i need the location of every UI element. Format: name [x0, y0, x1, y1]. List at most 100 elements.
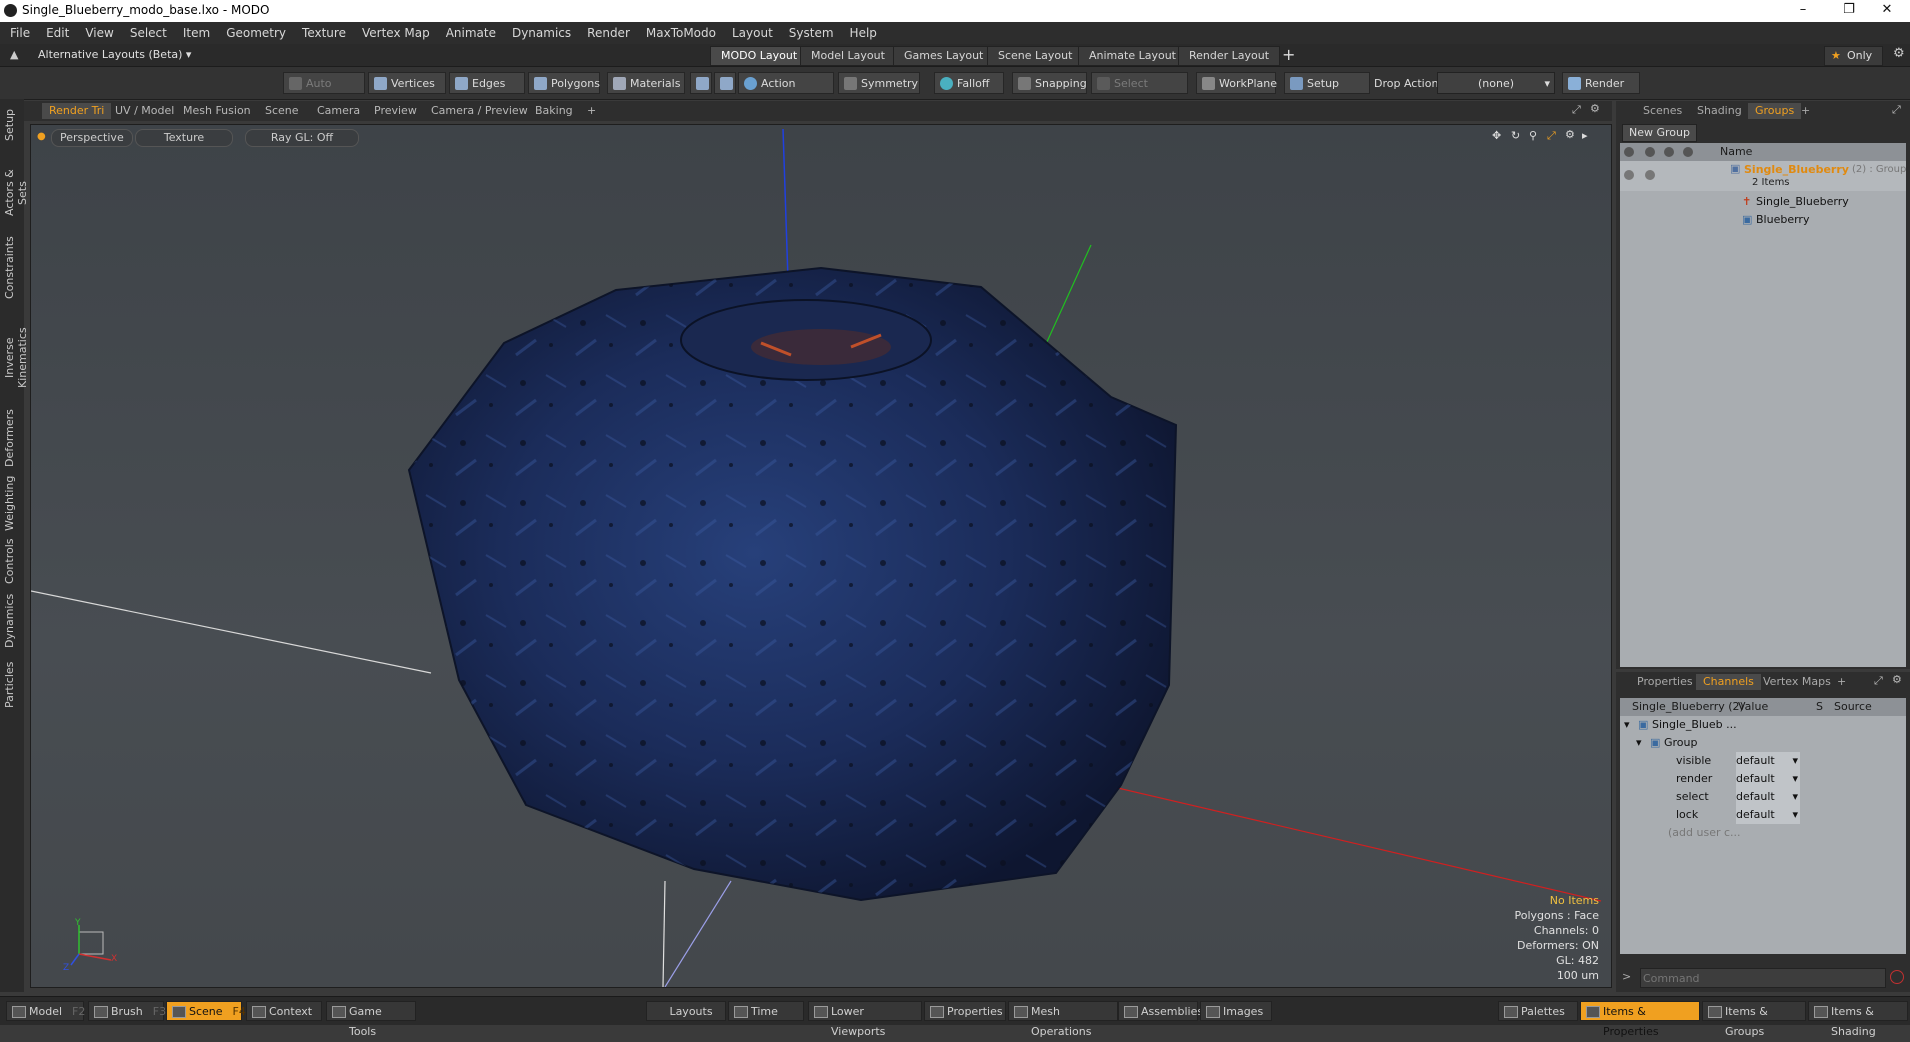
tab-render-layout[interactable]: Render Layout: [1178, 46, 1281, 66]
edges-button[interactable]: Edges: [449, 72, 525, 94]
new-group-button[interactable]: New Group: [1622, 124, 1697, 142]
tab-scene-layout[interactable]: Scene Layout: [987, 46, 1084, 66]
group-row[interactable]: ▣ Single_Blueberry (2) : Group 2 Items: [1620, 161, 1906, 191]
viewport-settings-gear-icon[interactable]: ⚙: [1590, 102, 1600, 115]
channel-value-dropdown[interactable]: default ▾: [1736, 752, 1800, 770]
channel-row[interactable]: lock default ▾: [1620, 806, 1906, 824]
select-tool-button[interactable]: [690, 72, 712, 94]
expand-arrow-icon[interactable]: ▾: [1624, 716, 1630, 734]
3d-viewport[interactable]: Y X Z ● Perspective Texture Ray GL: Off …: [30, 124, 1612, 988]
items-groups-button[interactable]: Items & Groups: [1702, 1001, 1806, 1038]
expand-arrow-icon[interactable]: ▾: [1636, 734, 1642, 752]
falloff-button[interactable]: Falloff: [934, 72, 1004, 94]
side-tab-particles[interactable]: Particles: [3, 659, 21, 711]
viewport-expand-icon[interactable]: ▸: [1582, 129, 1588, 142]
tab-scene[interactable]: Scene: [258, 103, 306, 119]
menu-maxtomodo[interactable]: MaxToModo: [638, 22, 724, 44]
items-shading-button[interactable]: Items & Shading: [1808, 1001, 1908, 1038]
tab-mesh-fusion[interactable]: Mesh Fusion: [176, 103, 258, 119]
gear-icon[interactable]: ⚙: [1893, 46, 1905, 61]
workplane-button[interactable]: WorkPlane: [1196, 72, 1277, 94]
menu-edit[interactable]: Edit: [38, 22, 77, 44]
tab-camera[interactable]: Camera: [310, 103, 367, 119]
view-perspective-dropdown[interactable]: Perspective: [51, 129, 133, 147]
materials-button[interactable]: Materials: [607, 72, 685, 94]
action-center-button[interactable]: Action Center: [738, 72, 834, 112]
brush-button[interactable]: Brush F3: [88, 1001, 166, 1021]
tab-vertex-maps[interactable]: Vertex Maps: [1756, 674, 1838, 690]
drop-action-dropdown[interactable]: (none) ▾: [1437, 72, 1555, 94]
polygons-button[interactable]: Polygons: [528, 72, 600, 94]
zoom-icon[interactable]: ⚲: [1529, 129, 1537, 142]
setup-mode-button[interactable]: Setup Mode: [1284, 72, 1370, 112]
menu-animate[interactable]: Animate: [438, 22, 504, 44]
select-through-button[interactable]: Select Through: [1091, 72, 1188, 112]
tab-properties[interactable]: Properties: [1630, 674, 1700, 690]
auto-select-button[interactable]: Auto Select: [283, 72, 365, 112]
channel-row[interactable]: select default ▾: [1620, 788, 1906, 806]
viewport-gear-icon[interactable]: ⚙: [1565, 128, 1575, 141]
only-toggle[interactable]: ★ Only: [1824, 46, 1884, 66]
menu-texture[interactable]: Texture: [294, 22, 354, 44]
menu-render[interactable]: Render: [579, 22, 638, 44]
group-render-icon[interactable]: [1645, 170, 1655, 180]
side-tab-dynamics[interactable]: Dynamics: [3, 593, 21, 649]
side-tab-setup[interactable]: Setup: [3, 107, 21, 143]
layouts-button[interactable]: Layouts: [646, 1001, 726, 1021]
channel-value-dropdown[interactable]: default ▾: [1736, 788, 1800, 806]
tab-games-layout[interactable]: Games Layout: [893, 46, 995, 66]
palettes-button[interactable]: Palettes: [1498, 1001, 1578, 1021]
panel-expand-icon[interactable]: ⤢: [1874, 674, 1883, 688]
shading-texture-dropdown[interactable]: Texture: [135, 129, 233, 147]
add-user-channel-row[interactable]: (add user c...: [1620, 824, 1906, 842]
channel-value-dropdown[interactable]: default ▾: [1736, 770, 1800, 788]
menu-file[interactable]: File: [0, 22, 38, 44]
menu-help[interactable]: Help: [842, 22, 885, 44]
select-tool-2-button[interactable]: [714, 72, 736, 94]
group-child-row[interactable]: ▣ Blueberry: [1620, 211, 1906, 229]
menu-view[interactable]: View: [77, 22, 121, 44]
menu-select[interactable]: Select: [122, 22, 175, 44]
menu-geometry[interactable]: Geometry: [218, 22, 294, 44]
channel-row[interactable]: visible default ▾: [1620, 752, 1906, 770]
side-tab-deformers[interactable]: Deformers: [3, 409, 21, 467]
group-visibility-icon[interactable]: [1624, 170, 1634, 180]
panel-gear-icon[interactable]: ⚙: [1892, 673, 1902, 686]
properties-button[interactable]: Properties: [924, 1001, 1006, 1021]
menu-dynamics[interactable]: Dynamics: [504, 22, 579, 44]
tab-uv-model[interactable]: UV / Model: [108, 103, 181, 119]
rotate-icon[interactable]: ↻: [1511, 129, 1520, 142]
tab-baking[interactable]: Baking: [528, 103, 580, 119]
add-viewport-tab-button[interactable]: +: [580, 103, 603, 119]
alternative-layouts-dropdown[interactable]: Alternative Layouts (Beta) ▾: [38, 48, 191, 61]
lower-viewports-button[interactable]: Lower Viewports: [808, 1001, 922, 1038]
add-layout-button[interactable]: +: [1282, 45, 1295, 64]
channel-row[interactable]: render default ▾: [1620, 770, 1906, 788]
tab-shading[interactable]: Shading: [1690, 103, 1749, 119]
channels-tree-root[interactable]: ▾ ▣ Single_Blueb ...: [1620, 716, 1906, 734]
tab-scenes[interactable]: Scenes: [1636, 103, 1689, 119]
menu-system[interactable]: System: [781, 22, 842, 44]
pan-icon[interactable]: ✥: [1492, 129, 1501, 142]
images-button[interactable]: Images: [1200, 1001, 1272, 1021]
assemblies-button[interactable]: Assemblies: [1118, 1001, 1203, 1021]
viewport-menu-icon[interactable]: ●: [37, 131, 46, 142]
maximize-viewport-icon[interactable]: ⤢: [1572, 103, 1581, 117]
symmetry-button[interactable]: Symmetry: [838, 72, 920, 94]
menu-vertex-map[interactable]: Vertex Map: [354, 22, 438, 44]
mesh-operations-button[interactable]: Mesh Operations: [1008, 1001, 1118, 1038]
tab-channels[interactable]: Channels: [1696, 674, 1761, 690]
side-tab-inverse-kinematics[interactable]: Inverse Kinematics: [3, 309, 29, 407]
tab-model-layout[interactable]: Model Layout: [800, 46, 896, 66]
group-child-row[interactable]: ✝ Single_Blueberry: [1620, 193, 1906, 211]
context-button[interactable]: Context: [246, 1001, 322, 1021]
side-tab-actors-sets[interactable]: Actors & Sets: [3, 157, 29, 229]
render-button[interactable]: Render F9: [1562, 72, 1640, 112]
items-properties-button[interactable]: Items & Properties: [1580, 1001, 1700, 1038]
side-tab-constraints[interactable]: Constraints: [3, 236, 21, 299]
add-panel-tab-button[interactable]: +: [1830, 674, 1853, 690]
channel-value-dropdown[interactable]: default ▾: [1736, 806, 1800, 824]
tab-camera-preview[interactable]: Camera / Preview: [424, 103, 535, 119]
tab-preview[interactable]: Preview: [367, 103, 424, 119]
side-tab-weighting[interactable]: Weighting: [3, 475, 21, 531]
